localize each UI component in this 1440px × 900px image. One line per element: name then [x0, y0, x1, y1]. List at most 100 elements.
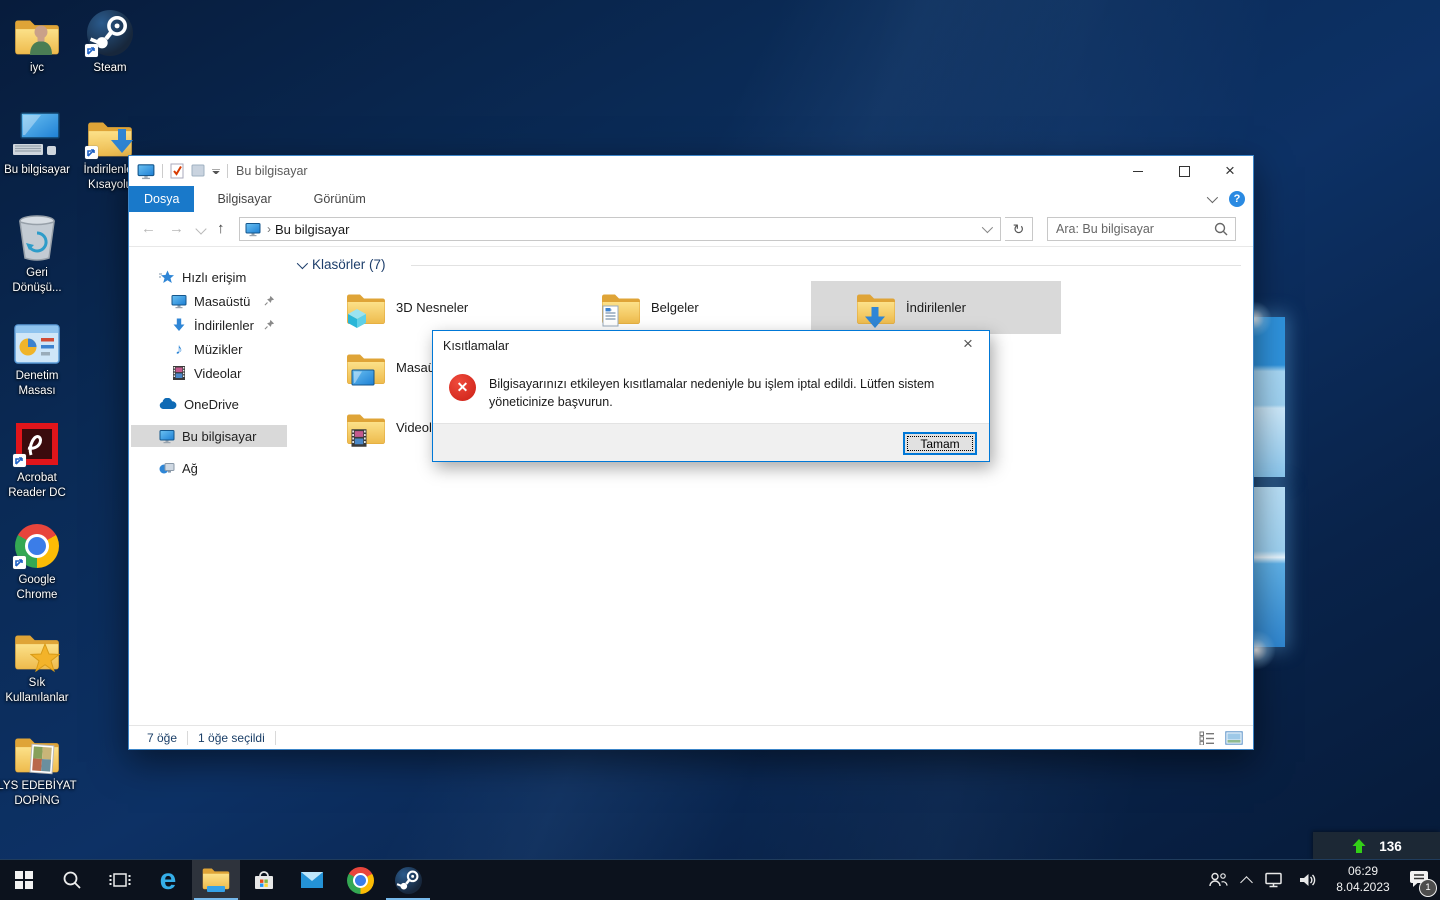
minimize-button[interactable] — [1115, 156, 1161, 186]
expand-ribbon-icon[interactable] — [1206, 191, 1219, 204]
taskbar-mail-button[interactable] — [288, 860, 336, 900]
taskbar-edge-button[interactable]: e — [144, 860, 192, 900]
dialog-title: Kısıtlamalar — [443, 339, 509, 353]
separator — [274, 730, 276, 745]
taskbar-steam-button[interactable] — [384, 860, 432, 900]
desktop-icon-acrobat[interactable]: Acrobat Reader DC — [0, 418, 80, 501]
network-speed-widget[interactable]: 136 — [1313, 832, 1440, 860]
clock-time: 06:29 — [1347, 864, 1379, 879]
acrobat-icon — [13, 418, 59, 467]
taskbar-search-button[interactable] — [48, 860, 96, 900]
taskbar-store-button[interactable] — [240, 860, 288, 900]
sidebar-item-quick-access[interactable]: Hızlı erişim — [131, 266, 287, 288]
folder-name: İndirilenler — [906, 300, 966, 315]
dialog-footer: Tamam — [433, 423, 989, 461]
downloads-folder-icon — [85, 110, 133, 159]
maximize-button[interactable] — [1161, 156, 1207, 186]
sidebar-item-label: Bu bilgisayar — [182, 428, 257, 444]
sidebar-item-music[interactable]: ♪ Müzikler — [131, 338, 287, 360]
notification-badge: 1 — [1419, 878, 1437, 897]
chrome-icon — [346, 866, 374, 894]
recent-locations-icon[interactable] — [195, 223, 207, 235]
store-icon — [255, 871, 273, 889]
task-view-button[interactable] — [96, 860, 144, 900]
desktop-icon-label: LYS EDEBİYAT DOPİNG — [0, 780, 77, 807]
sidebar-item-onedrive[interactable]: OneDrive — [131, 393, 287, 415]
new-folder-icon[interactable] — [191, 163, 205, 180]
downloads-icon — [171, 317, 187, 333]
people-icon[interactable] — [1207, 871, 1229, 889]
forward-icon[interactable]: → — [169, 219, 184, 239]
sidebar-item-desktop[interactable]: Masaüstü — [131, 290, 287, 312]
desktop-icon-steam[interactable]: Steam — [67, 8, 153, 76]
sidebar-item-this-pc[interactable]: Bu bilgisayar — [131, 425, 287, 447]
music-note-icon: ♪ — [175, 340, 183, 358]
folder-tile-downloads[interactable]: İndirilenler — [811, 281, 1061, 334]
group-header[interactable]: Klasörler (7) — [296, 257, 386, 272]
title-bar[interactable]: Bu bilgisayar × — [129, 156, 1253, 186]
desktop-icon-label: Denetim Masası — [15, 370, 59, 397]
desktop-icon-control-panel[interactable]: Denetim Masası — [0, 316, 80, 399]
quick-access-toolbar — [137, 162, 228, 180]
folder-tile-3d-objects[interactable]: 3D Nesneler — [301, 281, 551, 334]
clock-date: 8.04.2023 — [1336, 880, 1390, 894]
videos-icon — [171, 365, 187, 381]
show-hidden-icons-chevron[interactable] — [1240, 875, 1253, 889]
group-header-line — [411, 265, 1241, 266]
folder-tile-documents[interactable]: Belgeler — [556, 281, 806, 334]
shortcut-arrow-icon — [85, 146, 98, 159]
sidebar-item-videos[interactable]: Videolar — [131, 362, 287, 384]
tab-view[interactable]: Görünüm — [299, 186, 381, 212]
up-icon[interactable]: ↑ — [217, 219, 225, 239]
breadcrumb[interactable]: Bu bilgisayar — [275, 222, 349, 237]
thumbnail-view-icon[interactable] — [1225, 730, 1243, 745]
sidebar-item-network[interactable]: Ağ — [131, 457, 287, 479]
taskbar-chrome-button[interactable] — [336, 860, 384, 900]
details-view-icon[interactable] — [1199, 731, 1215, 745]
address-bar[interactable]: › Bu bilgisayar — [239, 217, 1001, 241]
folder-icon — [601, 291, 641, 326]
refresh-button[interactable]: ↻ — [1005, 217, 1033, 241]
dialog-close-button[interactable]: × — [957, 334, 979, 354]
taskbar-clock[interactable]: 06:29 8.04.2023 — [1331, 864, 1395, 895]
help-icon[interactable]: ? — [1229, 191, 1245, 207]
customize-qat-dropdown-icon[interactable] — [212, 168, 220, 174]
steam-icon — [394, 866, 422, 894]
search-icon[interactable] — [1214, 222, 1228, 236]
desktop-icon-recycle-bin[interactable]: Geri Dönüşü... — [0, 213, 80, 296]
search-icon — [63, 871, 81, 889]
collapse-group-icon[interactable] — [296, 257, 309, 269]
desktop-icon-label: iyc — [29, 62, 45, 74]
computer-icon — [137, 162, 155, 180]
network-tray-icon[interactable] — [1264, 871, 1285, 889]
start-button[interactable] — [0, 860, 48, 900]
search-box[interactable] — [1047, 217, 1236, 241]
sidebar-item-downloads[interactable]: İndirilenler — [131, 314, 287, 336]
properties-icon[interactable] — [170, 163, 184, 179]
address-dropdown-icon[interactable] — [981, 221, 994, 234]
desktop-icon-label: Acrobat Reader DC — [8, 472, 66, 499]
ribbon-tabs: Dosya Bilgisayar Görünüm ? — [129, 186, 1253, 212]
action-center-button[interactable]: 1 — [1408, 868, 1437, 897]
tab-computer[interactable]: Bilgisayar — [202, 186, 286, 212]
tab-file[interactable]: Dosya — [129, 186, 195, 212]
restrictions-dialog: Kısıtlamalar × ✕ Bilgisayarınızı etkiley… — [432, 330, 990, 462]
volume-icon[interactable] — [1298, 871, 1318, 889]
ok-button[interactable]: Tamam — [903, 432, 977, 455]
desktop-icon-favorites[interactable]: Sık Kullanılanlar — [0, 623, 80, 706]
back-icon[interactable]: ← — [141, 219, 156, 239]
window-controls: × — [1115, 156, 1253, 186]
mail-icon — [301, 872, 323, 888]
separator — [187, 730, 189, 745]
desktop-icon-lys[interactable]: LYS EDEBİYAT DOPİNG — [0, 726, 80, 809]
dialog-message: Bilgisayarınızı etkileyen kısıtlamalar n… — [489, 377, 935, 410]
windows-logo-icon — [15, 871, 33, 889]
close-button[interactable]: × — [1207, 156, 1253, 186]
taskbar-explorer-button[interactable] — [192, 860, 240, 900]
desktop-icon-chrome[interactable]: Google Chrome — [0, 520, 80, 603]
desktop-icon — [171, 293, 187, 309]
search-input[interactable] — [1048, 221, 1214, 237]
error-icon: ✕ — [449, 374, 476, 401]
shortcut-arrow-icon — [85, 44, 98, 57]
documents-folder-icon — [14, 726, 60, 775]
